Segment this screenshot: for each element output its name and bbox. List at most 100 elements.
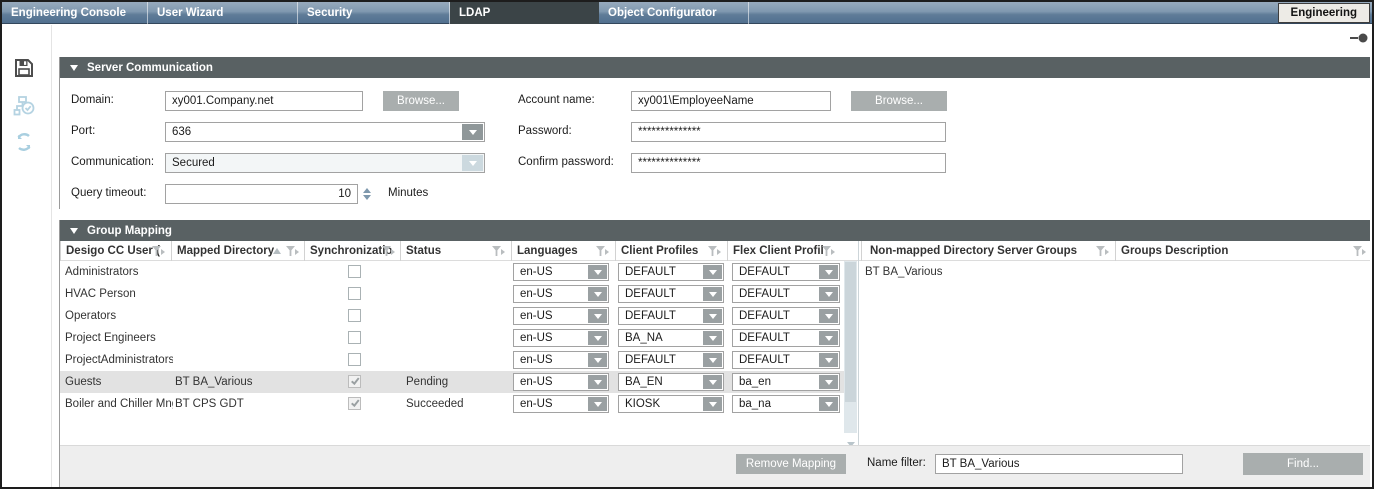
- remove-mapping-button[interactable]: Remove Mapping: [736, 454, 846, 474]
- synchronization-checkbox[interactable]: [348, 375, 361, 388]
- dropdown-arrow-icon[interactable]: [819, 287, 838, 301]
- name-filter-input[interactable]: BT BA_Various: [935, 454, 1183, 474]
- tab-ldap[interactable]: LDAP: [450, 2, 599, 24]
- language-combo[interactable]: en-US: [513, 263, 609, 281]
- language-combo[interactable]: en-US: [513, 307, 609, 325]
- pushpin-icon[interactable]: [1350, 33, 1370, 43]
- query-timeout-stepper[interactable]: [359, 184, 374, 204]
- synchronization-checkbox[interactable]: [348, 309, 361, 322]
- dropdown-arrow-icon[interactable]: [588, 331, 607, 345]
- dropdown-arrow-icon[interactable]: [819, 375, 838, 389]
- client-profile-combo[interactable]: DEFAULT: [618, 263, 724, 281]
- filter-icon[interactable]: [708, 246, 721, 257]
- flex-client-profile-combo[interactable]: DEFAULT: [732, 263, 840, 281]
- tab-security[interactable]: Security: [298, 2, 450, 24]
- scrollbar-thumb[interactable]: [845, 262, 856, 402]
- table-row[interactable]: Administrators en-US DEFAULT DEFAULT: [60, 261, 857, 283]
- col-groups-description[interactable]: Groups Description: [1115, 241, 1371, 261]
- filter-icon[interactable]: [382, 246, 395, 257]
- flex-client-profile-combo[interactable]: ba_na: [732, 395, 840, 413]
- communication-combo[interactable]: Secured: [165, 153, 485, 173]
- dropdown-arrow-icon[interactable]: [703, 265, 722, 279]
- language-combo[interactable]: en-US: [513, 395, 609, 413]
- dropdown-arrow-icon[interactable]: [819, 331, 838, 345]
- dropdown-arrow-icon[interactable]: [462, 124, 483, 140]
- password-input[interactable]: **************: [631, 122, 946, 142]
- table-row[interactable]: Project Engineers en-US BA_NA DEFAULT: [60, 327, 857, 349]
- filter-icon[interactable]: [492, 246, 505, 257]
- validate-mapping-icon[interactable]: [13, 95, 35, 117]
- spinner-down-icon[interactable]: [363, 195, 371, 200]
- engineering-mode-button[interactable]: Engineering: [1278, 3, 1370, 23]
- synchronization-checkbox[interactable]: [348, 265, 361, 278]
- flex-client-profile-combo[interactable]: DEFAULT: [732, 307, 840, 325]
- filter-icon[interactable]: [1353, 246, 1366, 257]
- cc-user-group: HVAC Person: [65, 283, 173, 305]
- dropdown-arrow-icon[interactable]: [819, 309, 838, 323]
- filter-icon[interactable]: [286, 246, 299, 257]
- filter-icon[interactable]: [1096, 246, 1109, 257]
- col-mapped-directory[interactable]: Mapped Directory: [171, 241, 304, 261]
- dropdown-arrow-icon[interactable]: [588, 287, 607, 301]
- filter-icon[interactable]: [152, 246, 165, 257]
- dropdown-arrow-icon[interactable]: [588, 353, 607, 367]
- dropdown-arrow-icon[interactable]: [703, 397, 722, 411]
- synchronization-checkbox[interactable]: [348, 353, 361, 366]
- client-profile-combo[interactable]: BA_NA: [618, 329, 724, 347]
- domain-browse-button[interactable]: Browse...: [383, 91, 459, 111]
- language-combo[interactable]: en-US: [513, 373, 609, 391]
- non-mapped-group-row[interactable]: BT BA_Various: [865, 261, 943, 283]
- tab-user-wizard[interactable]: User Wizard: [148, 2, 298, 24]
- dropdown-arrow-icon[interactable]: [588, 309, 607, 323]
- dropdown-arrow-icon[interactable]: [703, 309, 722, 323]
- client-profile-combo[interactable]: DEFAULT: [618, 285, 724, 303]
- table-row[interactable]: Operators en-US DEFAULT DEFAULT: [60, 305, 857, 327]
- language-combo[interactable]: en-US: [513, 285, 609, 303]
- flex-client-profile-combo[interactable]: DEFAULT: [732, 285, 840, 303]
- table-row-selected[interactable]: Guests BT BA_Various Pending en-US BA_EN…: [60, 371, 857, 393]
- table-row[interactable]: HVAC Person en-US DEFAULT DEFAULT: [60, 283, 857, 305]
- save-icon[interactable]: [13, 57, 35, 79]
- language-combo[interactable]: en-US: [513, 329, 609, 347]
- client-profile-combo[interactable]: KIOSK: [618, 395, 724, 413]
- col-non-mapped-groups[interactable]: Non-mapped Directory Server Groups: [861, 241, 1115, 261]
- dropdown-arrow-icon[interactable]: [703, 353, 722, 367]
- dropdown-arrow-icon[interactable]: [819, 397, 838, 411]
- dropdown-arrow-icon[interactable]: [703, 331, 722, 345]
- spinner-up-icon[interactable]: [363, 188, 371, 193]
- client-profile-combo[interactable]: BA_EN: [618, 373, 724, 391]
- dropdown-arrow-icon[interactable]: [819, 353, 838, 367]
- table-row[interactable]: Boiler and Chiller Mng BT CPS GDT Succee…: [60, 393, 857, 415]
- account-browse-button[interactable]: Browse...: [851, 91, 947, 111]
- filter-icon[interactable]: [596, 246, 609, 257]
- port-combo[interactable]: 636: [165, 122, 485, 142]
- table-row[interactable]: ProjectAdministrators en-US DEFAULT DEFA…: [60, 349, 857, 371]
- tab-engineering-console[interactable]: Engineering Console: [2, 2, 148, 24]
- confirm-password-input[interactable]: **************: [631, 153, 946, 173]
- dropdown-arrow-icon[interactable]: [819, 265, 838, 279]
- domain-input[interactable]: xy001.Company.net: [165, 91, 363, 111]
- language-combo[interactable]: en-US: [513, 351, 609, 369]
- dropdown-arrow-icon[interactable]: [588, 265, 607, 279]
- dropdown-arrow-icon[interactable]: [588, 397, 607, 411]
- synchronization-checkbox[interactable]: [348, 287, 361, 300]
- synchronization-checkbox[interactable]: [348, 331, 361, 344]
- account-name-input[interactable]: xy001\EmployeeName: [631, 91, 831, 111]
- flex-client-profile-combo[interactable]: ba_en: [732, 373, 840, 391]
- find-button[interactable]: Find...: [1243, 453, 1363, 475]
- dropdown-arrow-icon[interactable]: [588, 375, 607, 389]
- flex-client-profile-combo[interactable]: DEFAULT: [732, 329, 840, 347]
- client-profile-combo[interactable]: DEFAULT: [618, 351, 724, 369]
- filter-icon[interactable]: [822, 246, 835, 257]
- dropdown-arrow-icon[interactable]: [703, 287, 722, 301]
- dropdown-arrow-icon[interactable]: [703, 375, 722, 389]
- group-mapping-header[interactable]: Group Mapping: [60, 220, 1370, 241]
- server-communication-header[interactable]: Server Communication: [60, 57, 1370, 78]
- vertical-scrollbar[interactable]: [844, 261, 857, 433]
- synchronization-checkbox[interactable]: [348, 397, 361, 410]
- tab-object-configurator[interactable]: Object Configurator: [599, 2, 749, 24]
- refresh-icon[interactable]: [13, 131, 35, 153]
- query-timeout-input[interactable]: 10: [165, 184, 358, 204]
- client-profile-combo[interactable]: DEFAULT: [618, 307, 724, 325]
- flex-client-profile-combo[interactable]: DEFAULT: [732, 351, 840, 369]
